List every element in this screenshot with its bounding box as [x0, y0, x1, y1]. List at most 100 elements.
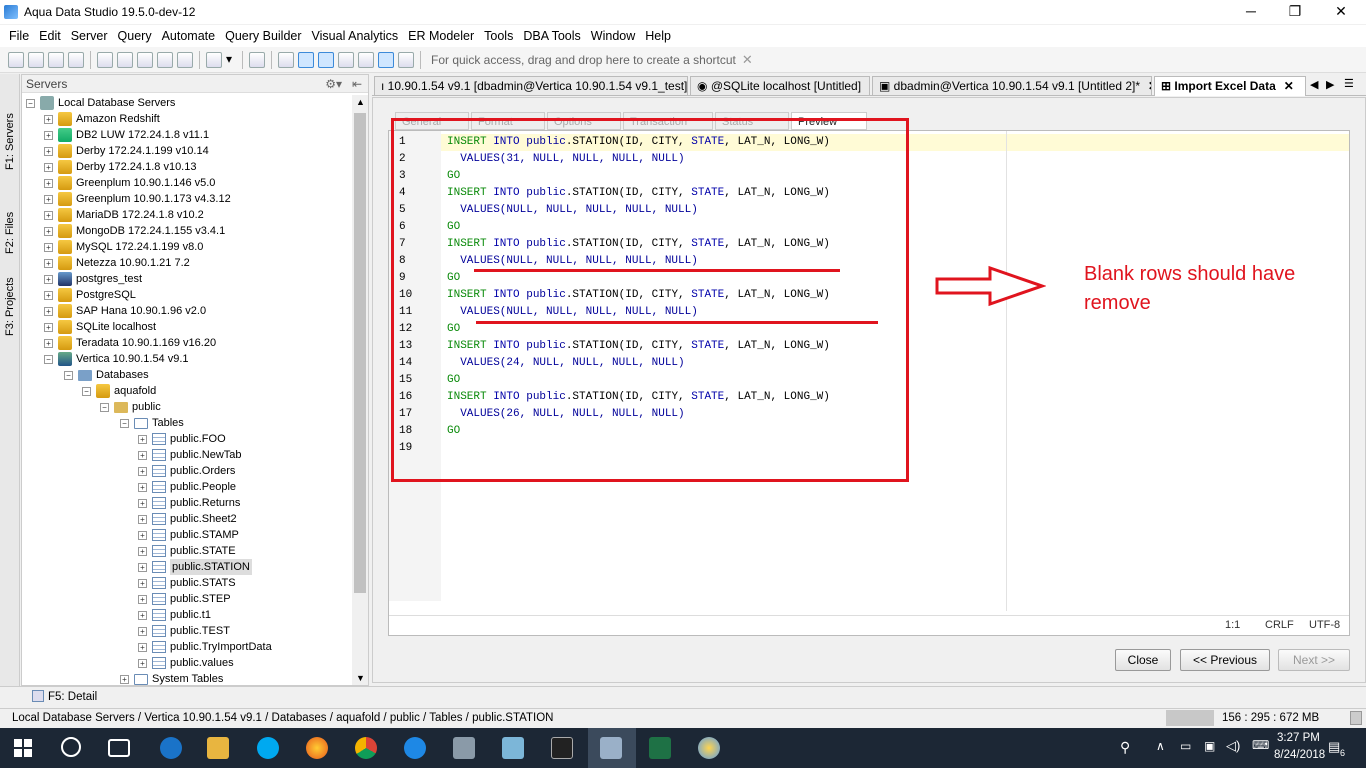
expand-icon[interactable]: + — [138, 642, 147, 652]
tab-servers[interactable]: F1: Servers — [2, 80, 18, 170]
connect-icon[interactable] — [28, 51, 44, 68]
scrollbar-thumb[interactable] — [354, 113, 366, 593]
expand-icon[interactable]: + — [138, 610, 147, 620]
minimize-button[interactable]: ─ — [1228, 0, 1274, 24]
settings-icon[interactable]: ⚙▾ — [325, 75, 342, 93]
server-node[interactable]: + DB2 LUW 172.24.1.8 v11.1 — [44, 127, 209, 143]
collapse-icon[interactable]: − — [64, 370, 73, 380]
expand-icon[interactable]: + — [138, 594, 147, 604]
expand-icon[interactable]: + — [120, 674, 129, 684]
menu-query[interactable]: Query — [113, 29, 157, 43]
tab-scroll-left-icon[interactable]: ◀ — [1310, 78, 1318, 91]
server-node[interactable]: + MongoDB 172.24.1.155 v3.4.1 — [44, 223, 225, 239]
expand-icon[interactable]: + — [44, 226, 53, 236]
cortana-icon[interactable] — [61, 737, 81, 757]
tab-projects[interactable]: F3: Projects — [2, 256, 18, 336]
clock-date[interactable]: 8/24/2018 — [1274, 749, 1325, 761]
server-node-vertica[interactable]: − Vertica 10.90.1.54 v9.1 — [44, 351, 189, 367]
tables-folder[interactable]: − Tables — [120, 415, 184, 431]
excel-icon[interactable] — [649, 737, 671, 759]
menu-file[interactable]: File — [4, 29, 34, 43]
task-view-icon[interactable] — [108, 739, 130, 757]
query-analyzer-icon[interactable] — [117, 51, 133, 68]
expand-icon[interactable]: + — [138, 466, 147, 476]
collapse-icon[interactable]: − — [44, 354, 53, 364]
app-icon[interactable] — [453, 737, 475, 759]
import-icon[interactable] — [177, 51, 193, 68]
clock-time[interactable]: 3:27 PM — [1277, 732, 1320, 744]
disconnect-icon[interactable] — [48, 51, 64, 68]
edge-icon[interactable] — [160, 737, 182, 759]
table-node[interactable]: + public.NewTab — [138, 447, 242, 463]
query-window-icon[interactable] — [97, 51, 113, 68]
network-icon[interactable]: ▣ — [1204, 739, 1215, 753]
encoding[interactable]: UTF-8 — [1309, 619, 1340, 631]
expand-icon[interactable]: + — [44, 178, 53, 188]
expand-icon[interactable]: + — [44, 306, 53, 316]
pin-icon[interactable]: ⇤ — [352, 75, 362, 93]
tab-vertica-untitled[interactable]: ▣ dbadmin@Vertica 10.90.1.54 v9.1 [Untit… — [872, 76, 1152, 96]
tab-vertica-test[interactable]: ı 10.90.1.54 v9.1 [dbadmin@Vertica 10.90… — [374, 76, 688, 96]
tree-root[interactable]: − Local Database Servers — [26, 95, 175, 111]
people-icon[interactable]: ⚲ — [1120, 739, 1130, 756]
servers-scrollbar[interactable]: ▲ ▼ — [352, 95, 368, 685]
expand-icon[interactable]: + — [138, 546, 147, 556]
table-node[interactable]: + public.FOO — [138, 431, 226, 447]
menu-help[interactable]: Help — [640, 29, 676, 43]
expand-icon[interactable]: + — [44, 274, 53, 284]
server-node[interactable]: + SQLite localhost — [44, 319, 156, 335]
firefox-icon[interactable] — [306, 737, 328, 759]
table-node[interactable]: + public.TryImportData — [138, 639, 272, 655]
close-quick-access-icon[interactable]: ✕ — [742, 52, 753, 68]
close-tab-icon[interactable]: ✕ — [1284, 79, 1294, 93]
tab-import-excel[interactable]: ⊞ Import Excel Data ✕ — [1154, 76, 1306, 96]
detail-tab[interactable]: F5: Detail — [48, 691, 97, 703]
expand-icon[interactable]: + — [44, 242, 53, 252]
server-node[interactable]: + postgres_test — [44, 271, 142, 287]
compare-icon[interactable] — [157, 51, 173, 68]
expand-icon[interactable]: + — [138, 498, 147, 508]
line-ending[interactable]: CRLF — [1265, 619, 1294, 631]
table-node[interactable]: + public.t1 — [138, 607, 211, 623]
table-node[interactable]: + public.STATS — [138, 575, 236, 591]
expand-icon[interactable]: + — [44, 162, 53, 172]
next-button[interactable]: Next >> — [1278, 649, 1350, 671]
paint-icon[interactable] — [698, 737, 720, 759]
volume-icon[interactable]: ◁) — [1226, 738, 1240, 754]
refresh-icon[interactable] — [68, 51, 84, 68]
expand-icon[interactable]: + — [138, 450, 147, 460]
table-node[interactable]: + public.STATE — [138, 543, 236, 559]
layout-4-icon[interactable] — [358, 51, 374, 68]
expand-icon[interactable]: + — [138, 578, 147, 588]
expand-icon[interactable]: + — [44, 194, 53, 204]
server-node[interactable]: + Derby 172.24.1.8 v10.13 — [44, 159, 196, 175]
layout-3-icon[interactable] — [338, 51, 354, 68]
aqua-data-studio-icon[interactable] — [600, 737, 622, 759]
expand-icon[interactable]: + — [44, 114, 53, 124]
expand-icon[interactable]: + — [44, 146, 53, 156]
menu-window[interactable]: Window — [586, 29, 640, 43]
app-icon[interactable] — [502, 737, 524, 759]
server-node[interactable]: + Netezza 10.90.1.21 7.2 — [44, 255, 190, 271]
tab-scroll-right-icon[interactable]: ▶ — [1326, 78, 1334, 91]
expand-icon[interactable]: + — [138, 434, 147, 444]
menu-server[interactable]: Server — [66, 29, 113, 43]
server-node[interactable]: + Derby 172.24.1.199 v10.14 — [44, 143, 209, 159]
table-node[interactable]: + public.STEP — [138, 591, 231, 607]
scroll-up-icon[interactable]: ▲ — [356, 97, 365, 107]
menu-dba-tools[interactable]: DBA Tools — [518, 29, 585, 43]
menu-edit[interactable]: Edit — [34, 29, 66, 43]
databases-folder[interactable]: − Databases — [64, 367, 149, 383]
collapse-icon[interactable]: − — [100, 402, 109, 412]
skype-icon[interactable] — [257, 737, 279, 759]
table-node[interactable]: + public.People — [138, 479, 236, 495]
server-node[interactable]: + MySQL 172.24.1.199 v8.0 — [44, 239, 203, 255]
expand-icon[interactable]: + — [138, 562, 147, 572]
close-window-button[interactable]: ✕ — [1318, 0, 1364, 24]
layout-2-icon[interactable] — [318, 51, 334, 68]
new-file-icon[interactable] — [206, 51, 222, 68]
chrome-icon[interactable] — [355, 737, 377, 759]
table-node[interactable]: + public.Returns — [138, 495, 240, 511]
schema-node[interactable]: − public — [100, 399, 161, 415]
tab-sqlite[interactable]: ◉ @SQLite localhost [Untitled]✕ — [690, 76, 870, 96]
